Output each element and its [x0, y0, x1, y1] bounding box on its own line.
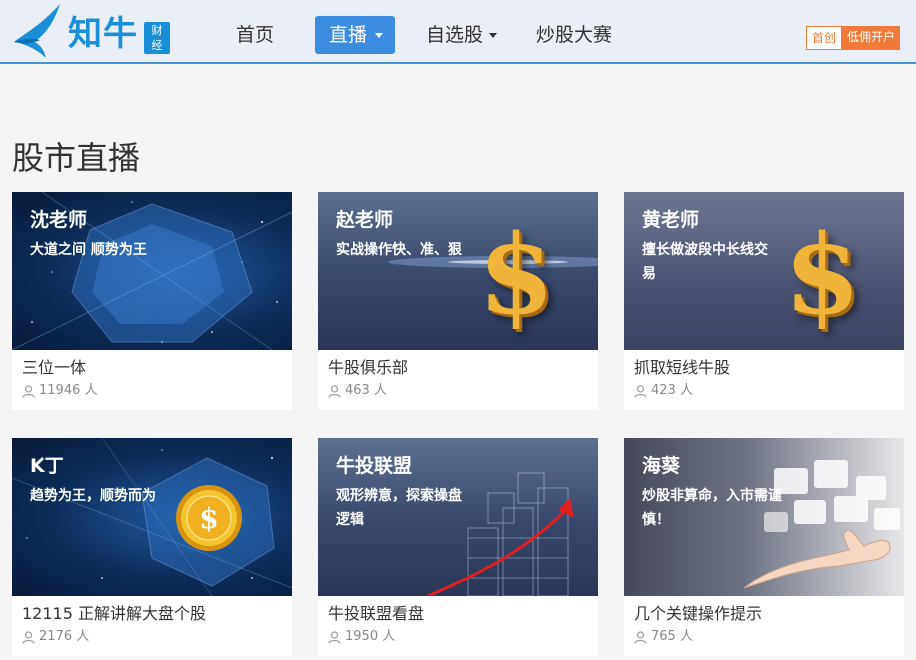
live-card[interactable]: 沈老师 大道之间 顺势为王 三位一体 11946 人 [12, 192, 292, 410]
card-title: 12115 正解讲解大盘个股 [22, 604, 206, 623]
teacher-slogan: 擅长做波段中长线交易 [642, 242, 768, 282]
logo-badge-top: 财 [151, 24, 163, 37]
live-card[interactable]: $ K丁 趋势为王，顺势而为 12115 正解讲解大盘个股 2176 人 [12, 438, 292, 656]
logo-badge-bottom: 经 [151, 39, 163, 52]
nav-live-label: 直播 [328, 24, 367, 46]
card-thumbnail: $ 黄老师 擅长做波段中长线交易 [624, 192, 904, 350]
viewer-count: 463 人 [328, 382, 387, 400]
open-account-button[interactable]: 首创 低佣开户 [806, 26, 900, 50]
card-title: 几个关键操作提示 [634, 604, 763, 623]
live-card[interactable]: $ 赵老师 实战操作快、准、狠 牛股俱乐部 463 人 [318, 192, 598, 410]
gold-dollar-icon: $ [784, 210, 861, 339]
card-thumbnail: 牛投联盟 观形辨意，探索操盘逻辑 [318, 438, 598, 596]
teacher-slogan: 观形辨意，探索操盘逻辑 [336, 488, 462, 528]
live-card[interactable]: $ 黄老师 擅长做波段中长线交易 抓取短线牛股 423 人 [624, 192, 904, 410]
teacher-name: 沈老师 [30, 209, 88, 231]
nav-contest[interactable]: 炒股大赛 [536, 16, 612, 54]
user-icon [22, 384, 35, 398]
caret-down-icon [489, 33, 498, 38]
teacher-name: 海葵 [642, 455, 681, 477]
viewer-count-text: 2176 人 [39, 629, 90, 644]
card-title: 三位一体 [22, 358, 87, 377]
live-card[interactable]: 牛投联盟 观形辨意，探索操盘逻辑 牛投联盟看盘 1950 人 [318, 438, 598, 656]
card-title: 牛股俱乐部 [328, 358, 409, 377]
user-icon [328, 384, 341, 398]
card-thumbnail: 海葵 炒股非算命，入市需谨慎！ [624, 438, 904, 596]
teacher-name: 牛投联盟 [336, 455, 413, 477]
top-header: 知牛 财 经 首页 直播 自选股 炒股大赛 首创 低佣开户 [0, 0, 916, 64]
open-account-label: 低佣开户 [842, 26, 900, 50]
user-icon [634, 630, 647, 644]
user-icon [22, 630, 35, 644]
viewer-count-text: 463 人 [345, 383, 387, 398]
user-icon [328, 630, 341, 644]
page-title: 股市直播 [12, 139, 141, 177]
teacher-name: 黄老师 [642, 209, 700, 231]
caret-down-icon [375, 33, 383, 38]
viewer-count: 11946 人 [22, 382, 98, 400]
card-thumbnail: $ K丁 趋势为王，顺势而为 [12, 438, 292, 596]
viewer-count-text: 11946 人 [39, 383, 98, 398]
live-card[interactable]: 海葵 炒股非算命，入市需谨慎！ 几个关键操作提示 765 人 [624, 438, 904, 656]
card-title: 牛投联盟看盘 [328, 604, 425, 623]
teacher-slogan: 炒股非算命，入市需谨慎！ [642, 488, 782, 528]
logo-text: 知牛 [68, 14, 138, 54]
viewer-count-text: 765 人 [651, 629, 693, 644]
open-account-prefix: 首创 [806, 26, 842, 50]
viewer-count: 765 人 [634, 628, 693, 646]
logo[interactable]: 知牛 财 经 [10, 4, 170, 60]
nav-live[interactable]: 直播 [315, 16, 395, 54]
nav-home[interactable]: 首页 [236, 16, 274, 54]
teacher-slogan: 实战操作快、准、狠 [336, 242, 462, 258]
svg-text:$: $ [199, 502, 218, 535]
viewer-count-text: 423 人 [651, 383, 693, 398]
teacher-name: K丁 [30, 455, 64, 477]
teacher-name: 赵老师 [336, 209, 394, 231]
card-thumbnail: $ 赵老师 实战操作快、准、狠 [318, 192, 598, 350]
teacher-slogan: 趋势为王，顺势而为 [30, 488, 156, 504]
card-title: 抓取短线牛股 [634, 358, 731, 377]
nav-watchlist-label: 自选股 [426, 24, 484, 46]
teacher-slogan: 大道之间 顺势为王 [30, 242, 147, 258]
viewer-count: 2176 人 [22, 628, 89, 646]
viewer-count-text: 1950 人 [345, 629, 396, 644]
card-thumbnail: 沈老师 大道之间 顺势为王 [12, 192, 292, 350]
gold-coin-icon: $ [176, 485, 242, 551]
viewer-count: 423 人 [634, 382, 693, 400]
user-icon [634, 384, 647, 398]
gold-dollar-icon: $ [478, 210, 555, 339]
logo-badge: 财 经 [144, 22, 170, 54]
logo-swoosh-icon [14, 4, 60, 58]
viewer-count: 1950 人 [328, 628, 395, 646]
nav-watchlist[interactable]: 自选股 [426, 16, 498, 54]
